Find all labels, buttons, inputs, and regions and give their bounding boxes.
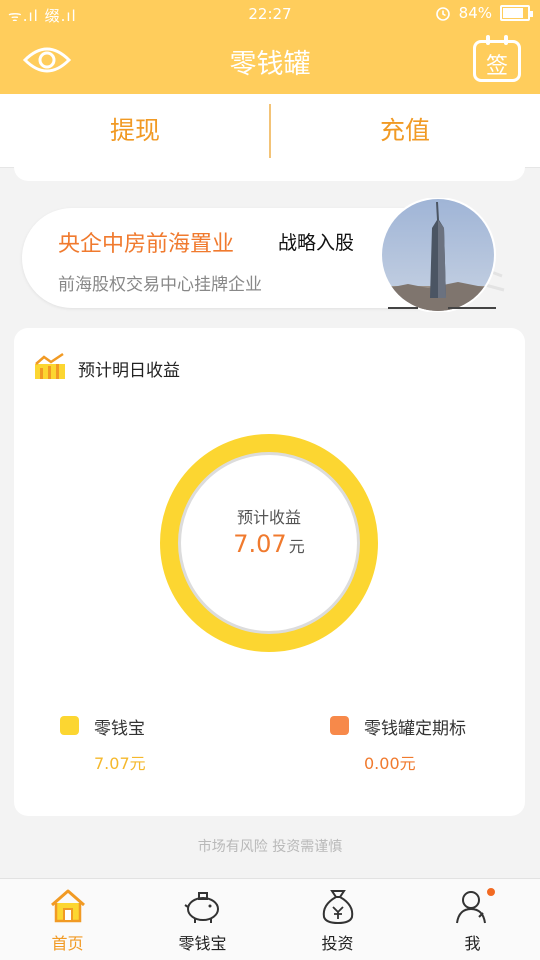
nav-me[interactable]: 我 — [405, 879, 540, 960]
nav-me-label: 我 — [464, 934, 481, 953]
bottom-nav: 首页 零钱宝 投资 我 — [0, 878, 540, 960]
home-icon — [51, 889, 85, 923]
risk-disclaimer: 市场有风险 投资需谨慎 — [197, 839, 343, 855]
battery-icon — [500, 5, 533, 21]
legend-value-fixed-term: 0.00元 — [364, 754, 416, 773]
earnings-card: 预计明日收益 预计收益 7.07 元 零钱宝 7.07元 零钱罐定期标 0.00元 — [14, 328, 525, 816]
earnings-title: 预计明日收益 — [78, 361, 180, 381]
chart-icon — [35, 352, 65, 379]
recharge-button[interactable]: 充值 — [270, 94, 540, 168]
donut-value-number: 7.07 — [233, 530, 287, 558]
donut-value-unit: 元 — [288, 537, 305, 556]
legend-label-lingqianbao: 零钱宝 — [94, 719, 145, 739]
piggy-bank-icon — [184, 892, 219, 923]
legend-swatch-fixed-term — [330, 716, 349, 735]
donut-center-label: 预计收益 — [236, 508, 301, 527]
action-bar: 提现 充值 — [0, 94, 540, 168]
nav-invest[interactable]: 投资 — [270, 879, 405, 960]
nav-home[interactable]: 首页 — [0, 879, 135, 960]
banner-subtitle: 前海股权交易中心挂牌企业 — [58, 275, 262, 295]
card-edge — [14, 165, 525, 181]
check-in-button[interactable]: 签 — [473, 35, 521, 82]
alarm-icon — [435, 7, 450, 21]
legend-swatch-lingqianbao — [60, 716, 79, 735]
withdraw-button[interactable]: 提现 — [0, 94, 270, 168]
skyscraper-image — [380, 198, 505, 312]
status-bar: ᯤ.ıl 缀.ıl 22:27 84% — [0, 0, 540, 28]
banner-headline: 央企中房前海置业 — [58, 232, 235, 257]
nav-invest-label: 投资 — [321, 934, 354, 953]
money-bag-icon — [322, 890, 354, 925]
notification-dot — [487, 888, 495, 896]
app-header: 零钱罐 签 — [0, 28, 540, 94]
nav-lingqianbao-label: 零钱宝 — [178, 934, 227, 953]
battery-percent: 84% — [458, 4, 492, 22]
banner-tag: 战略入股 — [278, 232, 355, 254]
check-in-label: 签 — [485, 54, 508, 79]
legend-label-fixed-term: 零钱罐定期标 — [364, 719, 466, 739]
nav-home-label: 首页 — [51, 934, 84, 953]
nav-lingqianbao[interactable]: 零钱宝 — [135, 879, 270, 960]
page-title: 零钱罐 — [229, 49, 311, 80]
legend-value-lingqianbao: 7.07元 — [94, 754, 146, 773]
donut-center-value: 7.07 元 — [160, 530, 378, 558]
